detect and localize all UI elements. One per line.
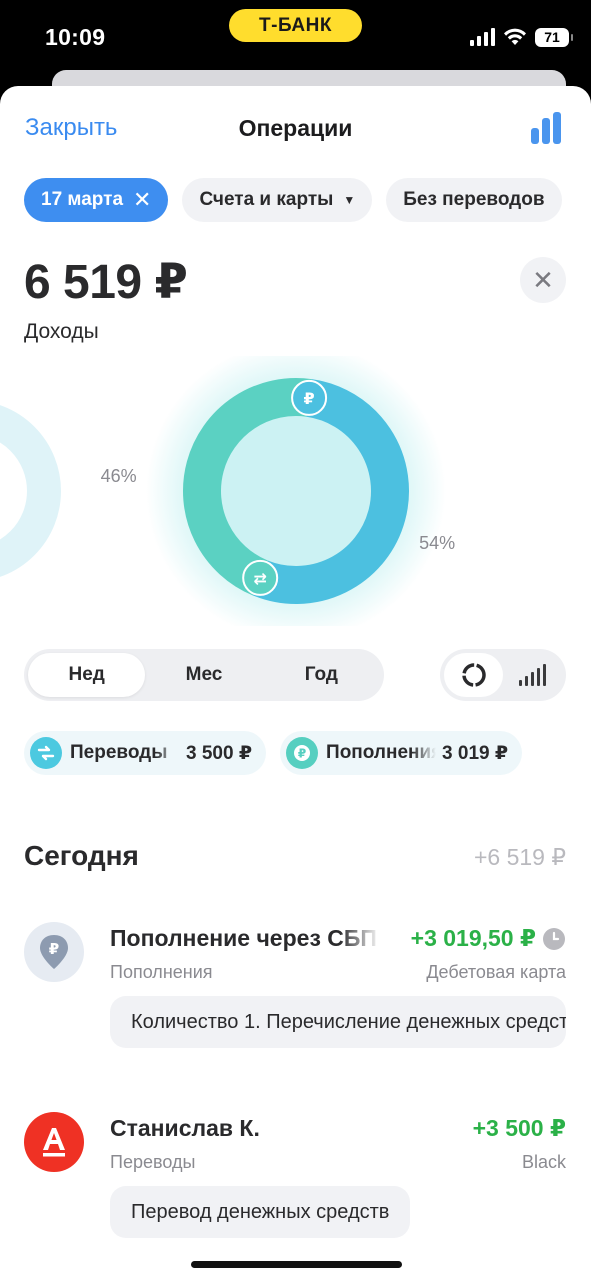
transfer-icon <box>30 737 62 769</box>
chart-view-toggle <box>440 649 566 701</box>
bank-name-pill: Т-БАНК <box>229 9 362 42</box>
cellular-signal-icon <box>470 28 495 46</box>
caret-down-icon: ▼ <box>343 193 356 207</box>
ruble-icon: ₽ <box>286 737 319 769</box>
operation-amount: +3 500 ₽ <box>472 1115 566 1141</box>
category-sum: 3 019 ₽ <box>442 742 509 764</box>
filter-chip-date[interactable]: 17 марта ✕ <box>24 178 169 222</box>
operation-amount: +3 019,50 ₽ <box>411 925 566 952</box>
section-title: Сегодня <box>24 840 139 871</box>
filter-chip-label: Без переводов <box>403 189 545 210</box>
operation-title: Пополнение через СБП <box>110 925 377 951</box>
operation-amount-value: +3 019,50 ₽ <box>410 925 536 951</box>
category-sum: 3 500 ₽ <box>186 742 253 764</box>
tab-year[interactable]: Год <box>263 653 380 697</box>
filter-chip-label: Счета и карты <box>199 189 334 210</box>
operation-note: Количество 1. Перечисление денежных сред… <box>110 996 566 1048</box>
category-name: Пополнения <box>326 742 437 763</box>
filter-chip-accounts[interactable]: Счета и карты ▼ <box>182 178 373 222</box>
total-amount-label: Доходы <box>24 320 99 343</box>
donut-view-icon <box>461 663 486 687</box>
tab-month[interactable]: Мес <box>145 653 262 697</box>
close-icon[interactable]: ✕ <box>133 187 151 213</box>
clock-icon <box>543 927 565 950</box>
operation-note: Перевод денежных средств <box>110 1186 411 1238</box>
operation-row[interactable]: Станислав К. +3 500 ₽ Переводы Black Пер… <box>0 1108 591 1248</box>
operation-title: Станислав К. <box>110 1115 260 1141</box>
operation-category: Переводы <box>110 1152 196 1172</box>
status-bar: 10:09 Т-БАНК 71 <box>0 0 591 72</box>
filter-chips: 17 марта ✕ Счета и карты ▼ Без переводов <box>24 178 591 224</box>
filter-chip-transfers[interactable]: Без переводов <box>386 178 562 222</box>
wifi-icon <box>504 28 526 45</box>
bar-chart-icon[interactable] <box>531 110 565 144</box>
donut-view-button[interactable] <box>444 653 503 697</box>
filter-chip-label: 17 марта <box>41 189 124 210</box>
bars-view-icon <box>519 664 546 686</box>
ruble-slice-icon: ₽ <box>291 379 328 416</box>
home-indicator <box>191 1261 402 1268</box>
operation-category: Пополнения <box>110 962 213 982</box>
period-selector: Нед Мес Год <box>24 649 384 701</box>
operations-sheet: Закрыть Операции 17 марта ✕ Счета и карт… <box>0 86 591 1280</box>
income-donut-chart: ₽ ⇄ 46% 54% <box>0 341 591 641</box>
tab-week[interactable]: Нед <box>28 653 146 697</box>
svg-text:⇄: ⇄ <box>253 569 266 588</box>
total-amount: 6 519 ₽ <box>24 256 188 309</box>
slice-label-transfers: 46% <box>100 466 137 487</box>
svg-text:₽: ₽ <box>298 747 306 761</box>
ruble-pin-icon: ₽ <box>24 922 84 982</box>
svg-text:₽: ₽ <box>49 940 59 958</box>
category-chip-transfers[interactable]: Переводы 3 500 ₽ <box>24 731 267 775</box>
operation-account: Дебетовая карта <box>426 962 566 982</box>
svg-text:₽: ₽ <box>304 389 315 408</box>
slice-label-topups: 54% <box>419 532 456 553</box>
category-name: Переводы <box>70 742 168 763</box>
status-icons: 71 <box>470 26 573 48</box>
section-total: +6 519 ₽ <box>473 844 566 870</box>
bars-view-button[interactable] <box>503 653 562 697</box>
previous-period-donut[interactable] <box>0 405 61 577</box>
operation-account: Black <box>521 1152 566 1172</box>
page-title: Операции <box>238 115 353 141</box>
category-chip-topups[interactable]: ₽ Пополнения 3 019 ₽ <box>280 731 523 775</box>
category-chips: Переводы 3 500 ₽ ₽ Пополнения 3 019 ₽ <box>24 731 591 777</box>
transfer-slice-icon: ⇄ <box>242 559 279 596</box>
nav-bar: Закрыть Операции <box>0 86 591 172</box>
operation-row[interactable]: ₽ Пополнение через СБП +3 019,50 ₽ Попол… <box>0 918 591 1058</box>
status-time: 10:09 <box>45 24 106 50</box>
clear-filter-button[interactable]: ✕ <box>520 257 566 303</box>
battery-icon: 71 <box>535 27 573 47</box>
donut-chart-svg: ₽⇄ <box>0 341 446 641</box>
alfa-bank-logo-icon <box>24 1112 84 1172</box>
